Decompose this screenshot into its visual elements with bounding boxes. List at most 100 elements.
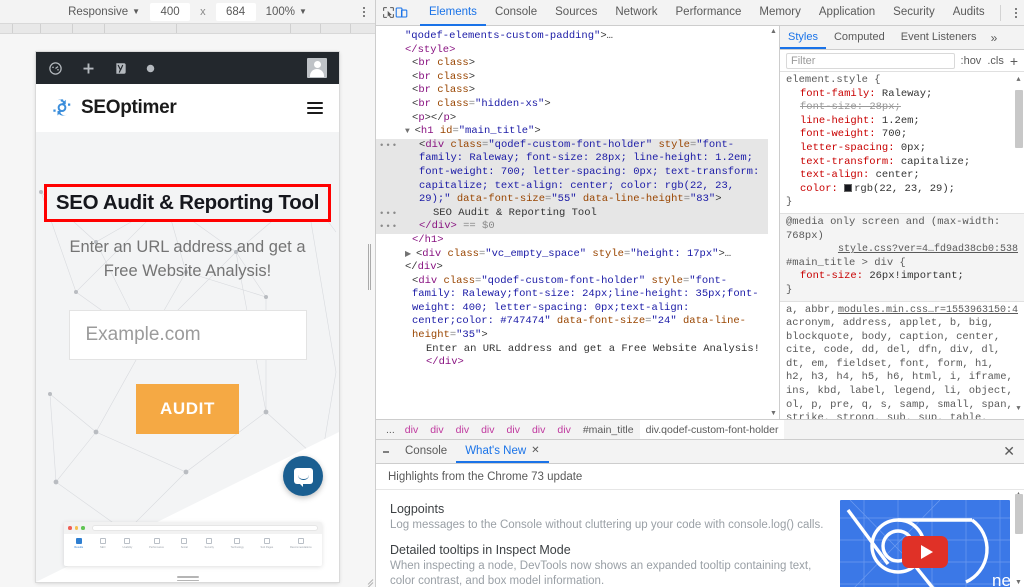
tab-computed[interactable]: Computed: [826, 26, 893, 49]
close-drawer-icon[interactable]: ✕: [994, 440, 1024, 463]
scroll-down-icon[interactable]: ▼: [768, 410, 779, 417]
scroll-down-icon[interactable]: ▼: [1013, 403, 1024, 417]
styles-scrollbar[interactable]: ▲ ▼: [1013, 72, 1024, 419]
device-toolbar-more-options-icon[interactable]: [363, 5, 365, 19]
dom-tree[interactable]: "qodef-elements-custom-padding">…</style…: [376, 26, 779, 370]
stylesheet-source-link[interactable]: modules.min.css…r=1553963150:4: [838, 304, 1018, 318]
css-value[interactable]: 700;: [876, 128, 908, 140]
dom-node-line[interactable]: <br class>: [376, 57, 779, 71]
breadcrumb-item[interactable]: div: [526, 420, 551, 440]
dom-node-line[interactable]: ▼ <h1 id="main_title">: [376, 125, 779, 139]
audit-button[interactable]: AUDIT: [136, 384, 239, 434]
tab-performance[interactable]: Performance: [667, 0, 751, 26]
breadcrumb-item-selected[interactable]: div.qodef-custom-font-holder: [640, 420, 785, 440]
dom-node-line[interactable]: </style>: [376, 44, 779, 58]
dom-node-line[interactable]: <br class>: [376, 71, 779, 85]
tab-network[interactable]: Network: [606, 0, 666, 26]
force-state-toggle[interactable]: :hov: [961, 55, 982, 67]
css-declaration[interactable]: letter-spacing: 0px;: [786, 142, 1018, 156]
css-declaration[interactable]: font-size: 26px!important;: [786, 270, 1018, 284]
style-rule[interactable]: modules.min.css…r=1553963150:4a, abbr, a…: [780, 302, 1024, 420]
breadcrumb-item[interactable]: div: [399, 420, 424, 440]
css-declaration[interactable]: color: rgb(22, 23, 29);: [786, 183, 1018, 197]
wordpress-dashboard-icon[interactable]: [48, 61, 63, 76]
breadcrumb-item[interactable]: div: [551, 420, 576, 440]
breadcrumb-item[interactable]: div: [450, 420, 475, 440]
css-value[interactable]: 1.2em;: [876, 115, 920, 127]
dom-node-line[interactable]: </h1>: [376, 234, 779, 248]
inspect-element-icon[interactable]: [382, 2, 395, 24]
hamburger-menu-icon[interactable]: [307, 99, 323, 117]
viewport-width-input[interactable]: 400: [150, 3, 190, 21]
css-value[interactable]: capitalize;: [895, 156, 971, 168]
dom-tree-pane[interactable]: "qodef-elements-custom-padding">…</style…: [376, 26, 780, 419]
comment-bubble-icon[interactable]: [146, 64, 155, 73]
css-declaration[interactable]: line-height: 1.2em;: [786, 115, 1018, 129]
add-new-icon[interactable]: [81, 61, 96, 76]
breadcrumb-item-main-title[interactable]: #main_title: [577, 420, 640, 440]
scroll-up-icon[interactable]: ▲: [1013, 74, 1024, 88]
css-value[interactable]: rgb(22, 23, 29);: [838, 183, 955, 195]
scroll-down-icon[interactable]: ▼: [1013, 579, 1024, 586]
scroll-up-icon[interactable]: ▲: [768, 28, 779, 35]
css-declaration[interactable]: font-size: 28px;: [786, 101, 1018, 115]
dom-node-line[interactable]: <div class="qodef-custom-font-holder" st…: [376, 275, 779, 343]
dom-node-line[interactable]: •••SEO Audit & Reporting Tool: [376, 207, 779, 221]
viewport-corner-resize-handle[interactable]: [362, 574, 373, 585]
url-input[interactable]: Example.com: [69, 310, 307, 360]
css-value[interactable]: 26px!important;: [863, 270, 964, 282]
intercom-chat-button[interactable]: [283, 456, 323, 496]
style-rule[interactable]: @media only screen and (max-width: 768px…: [780, 214, 1024, 302]
dom-node-line[interactable]: "qodef-elements-custom-padding">…: [376, 30, 779, 44]
dom-node-line[interactable]: Enter an URL address and get a Free Webs…: [376, 343, 779, 370]
css-value[interactable]: 0px;: [895, 142, 927, 154]
brand-logo[interactable]: SEOptimer: [50, 96, 177, 120]
dom-node-line[interactable]: •••<div class="qodef-custom-font-holder"…: [376, 139, 779, 207]
tab-security[interactable]: Security: [884, 0, 944, 26]
breadcrumb-item[interactable]: div: [424, 420, 449, 440]
viewport-height-input[interactable]: 684: [216, 3, 256, 21]
rule-selector[interactable]: style.css?ver=4…fd9ad38cb0:538#main_titl…: [786, 243, 1018, 270]
styles-more-tabs-icon[interactable]: »: [985, 26, 1004, 49]
css-value[interactable]: center;: [869, 169, 919, 181]
whats-new-scrollbar[interactable]: ▲ ▼: [1013, 490, 1024, 587]
whats-new-scroll-thumb[interactable]: [1015, 494, 1023, 534]
css-declaration[interactable]: text-transform: capitalize;: [786, 156, 1018, 170]
video-thumbnail[interactable]: ne: [840, 500, 1010, 587]
tab-audits[interactable]: Audits: [944, 0, 994, 26]
viewport-resize-handle[interactable]: [177, 574, 199, 583]
page-preview-frame[interactable]: SEOptimer: [36, 52, 339, 582]
new-style-rule-button[interactable]: +: [1010, 53, 1018, 69]
tab-application[interactable]: Application: [810, 0, 884, 26]
css-declaration[interactable]: text-align: center;: [786, 169, 1018, 183]
preview-scrollbar[interactable]: [368, 244, 372, 290]
styles-rules-list[interactable]: element.style {font-family: Raleway;font…: [780, 72, 1024, 419]
breadcrumb-item[interactable]: div: [501, 420, 526, 440]
dom-node-line[interactable]: <p></p>: [376, 112, 779, 126]
css-value[interactable]: 28px;: [863, 101, 901, 113]
breadcrumb-overflow[interactable]: ...: [382, 420, 399, 440]
styles-scroll-thumb[interactable]: [1015, 90, 1023, 148]
stylesheet-source-link[interactable]: style.css?ver=4…fd9ad38cb0:538: [838, 243, 1018, 257]
drawer-tab-whats-new[interactable]: What's New ✕: [456, 440, 548, 463]
style-rule[interactable]: element.style {font-family: Raleway;font…: [780, 72, 1024, 214]
color-swatch[interactable]: [844, 184, 852, 192]
tab-elements[interactable]: Elements: [420, 0, 486, 26]
avatar[interactable]: [307, 58, 327, 78]
tab-event-listeners[interactable]: Event Listeners: [893, 26, 985, 49]
drawer-menu-icon[interactable]: [376, 440, 396, 463]
youtube-play-icon[interactable]: [902, 536, 948, 568]
toggle-device-toolbar-icon[interactable]: [395, 2, 408, 24]
css-declaration[interactable]: font-family: Raleway;: [786, 88, 1018, 102]
dom-node-line[interactable]: ▶ <div class="vc_empty_space" style="hei…: [376, 248, 779, 275]
element-classes-toggle[interactable]: .cls: [987, 55, 1004, 67]
tab-styles[interactable]: Styles: [780, 26, 826, 49]
dom-scrollbar[interactable]: ▲ ▼: [768, 26, 779, 419]
device-preset-dropdown[interactable]: Responsive ▼: [68, 6, 140, 18]
css-declaration[interactable]: font-weight: 700;: [786, 128, 1018, 142]
styles-filter-input[interactable]: Filter: [786, 53, 955, 69]
tab-console[interactable]: Console: [486, 0, 546, 26]
rule-selector[interactable]: element.style {: [786, 74, 1018, 88]
zoom-dropdown[interactable]: 100% ▼: [266, 6, 307, 18]
close-tab-icon[interactable]: ✕: [531, 445, 539, 456]
